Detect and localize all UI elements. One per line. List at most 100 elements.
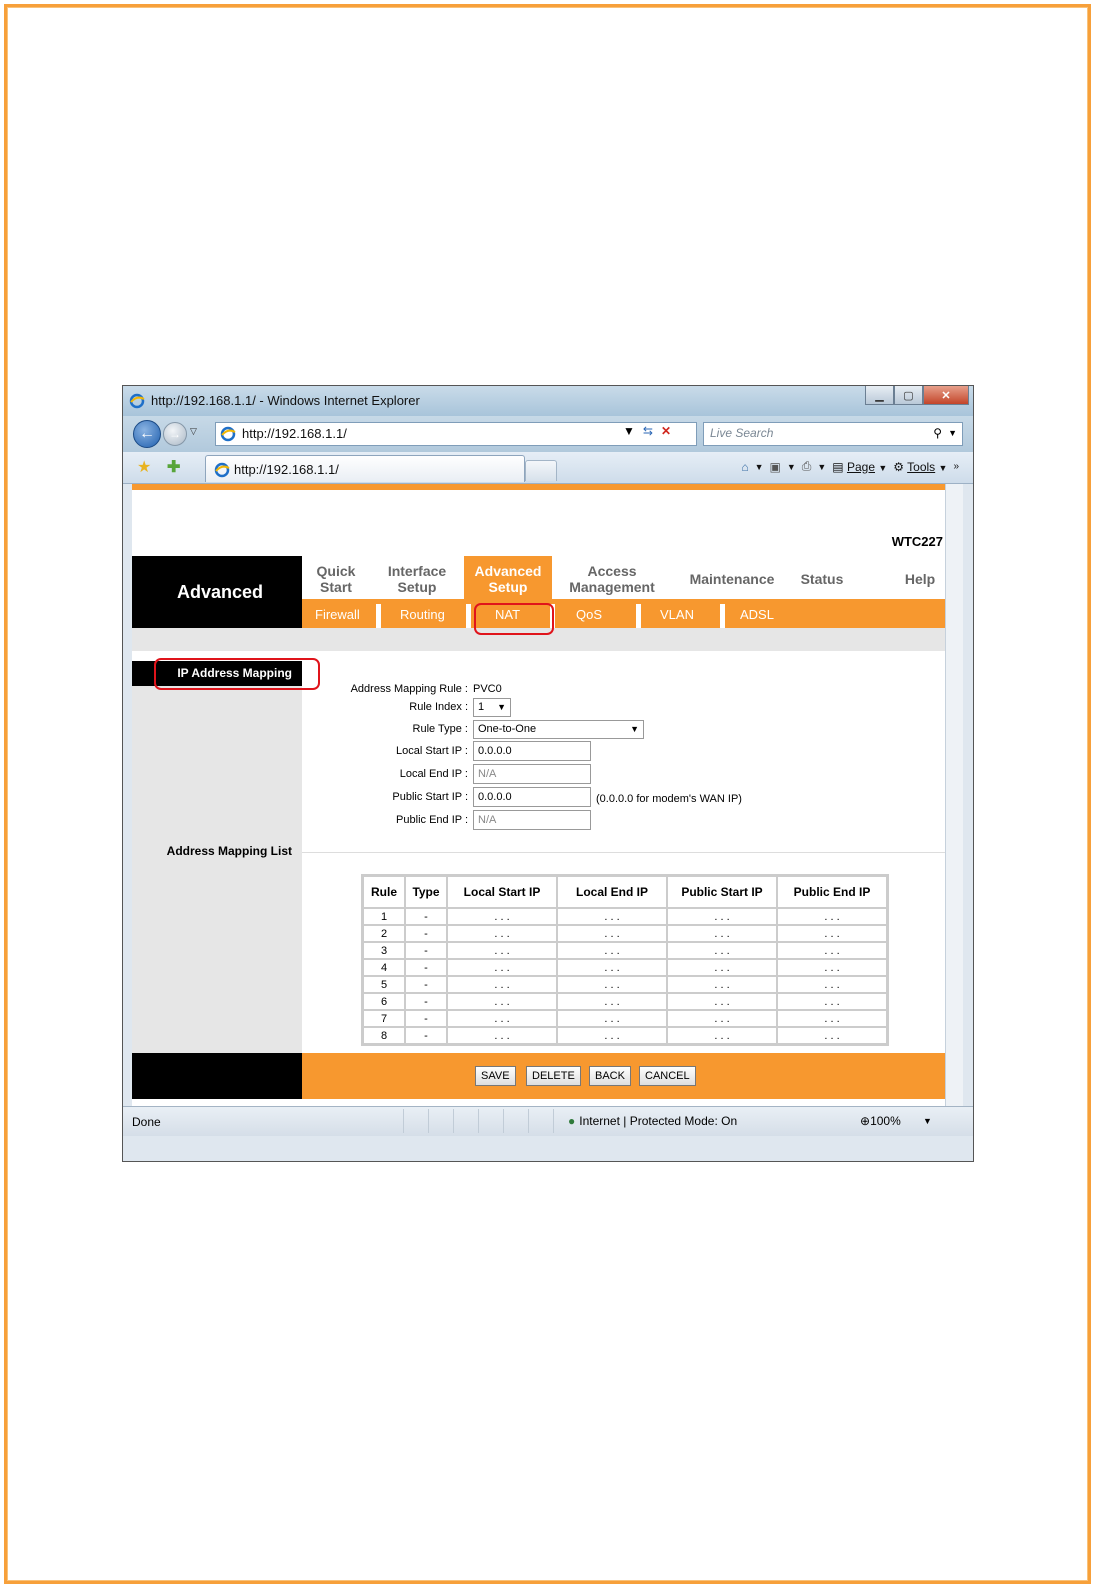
table-cell: . . . (557, 959, 667, 976)
local-start-ip-label: Local Start IP : (396, 745, 468, 757)
back-button[interactable]: BACK (589, 1066, 631, 1086)
annotation-ip-mapping-circle (154, 658, 320, 690)
sub-menu: Firewall Routing NAT QoS VLAN ADSL (302, 599, 945, 628)
delete-button[interactable]: DELETE (526, 1066, 581, 1086)
table-cell: . . . (667, 993, 777, 1010)
menu-label: Management (569, 579, 655, 595)
back-arrow-icon[interactable]: ← (133, 420, 161, 448)
table-cell: . . . (447, 908, 557, 925)
rule-index-value: 1 (478, 701, 485, 713)
rule-index-select[interactable]: 1 ▼ (473, 698, 511, 717)
submenu-separator (720, 604, 725, 628)
table-cell: . . . (667, 1010, 777, 1027)
public-start-ip-label: Public Start IP : (392, 791, 468, 803)
table-row: 5-. . .. . .. . .. . . (363, 976, 887, 993)
local-start-ip-input[interactable]: 0.0.0.0 (473, 741, 591, 761)
menu-label: Advanced (474, 563, 542, 579)
submenu-routing[interactable]: Routing (400, 607, 445, 622)
forward-arrow-icon[interactable]: → (163, 422, 187, 446)
table-row: 2-. . .. . .. . .. . . (363, 925, 887, 942)
submenu-vlan[interactable]: VLAN (660, 607, 694, 622)
menu-label: Maintenance (689, 571, 775, 587)
submenu-qos[interactable]: QoS (576, 607, 602, 622)
submenu-separator (466, 604, 471, 628)
menu-maintenance[interactable]: Maintenance (684, 571, 780, 587)
add-favorites-icon[interactable]: ✚ (167, 457, 180, 477)
public-start-ip-input[interactable]: 0.0.0.0 (473, 787, 591, 807)
table-cell: . . . (447, 942, 557, 959)
search-icon[interactable]: ⚲ (933, 426, 942, 440)
menu-quick-start[interactable]: Quick Start (310, 563, 362, 595)
save-button[interactable]: SAVE (475, 1066, 516, 1086)
router-page: WTC227 Advanced Quick Start Interface Se… (132, 484, 945, 1106)
menu-label: Interface (387, 563, 447, 579)
table-cell: - (405, 1027, 447, 1044)
public-end-ip-input[interactable]: N/A (473, 810, 591, 830)
print-dropdown-icon[interactable]: ▼ (817, 462, 826, 472)
feeds-icon[interactable]: ▣ (769, 460, 780, 474)
table-cell: . . . (667, 959, 777, 976)
favorites-star-icon[interactable]: ★ (137, 457, 151, 477)
search-dropdown-icon[interactable]: ▼ (948, 428, 957, 438)
new-tab-button[interactable] (525, 460, 557, 481)
refresh-icon[interactable]: ⇆ (643, 424, 653, 438)
print-icon[interactable]: ⎙ (802, 459, 812, 474)
menu-help[interactable]: Help (900, 571, 940, 587)
page-icon: ▤ (832, 459, 844, 474)
rule-type-label: Rule Type : (412, 723, 468, 735)
model-name: WTC227 (891, 534, 943, 549)
column-header: Public End IP (777, 876, 887, 908)
menu-interface-setup[interactable]: Interface Setup (382, 563, 452, 595)
table-cell: . . . (667, 1027, 777, 1044)
annotation-nat-circle (474, 603, 554, 635)
tools-menu[interactable]: ⚙ Tools ▼ (893, 460, 947, 474)
zoom-dropdown-icon[interactable]: ▼ (923, 1116, 932, 1126)
submenu-separator (636, 604, 641, 628)
table-cell: - (405, 908, 447, 925)
section-title: Advanced (177, 582, 264, 602)
menu-access-management[interactable]: Access Management (564, 563, 660, 595)
table-cell: . . . (777, 976, 887, 993)
home-dropdown-icon[interactable]: ▼ (755, 462, 764, 472)
address-mapping-table: Rule Type Local Start IP Local End IP Pu… (361, 874, 889, 1046)
column-header: Type (405, 876, 447, 908)
command-bar: ★ ✚ http://192.168.1.1/ ⌂ ▼ ▣ ▼ ⎙ ▼ ▤ Page … (123, 452, 973, 484)
zoom-level[interactable]: ⊕100% (860, 1114, 901, 1128)
stop-icon[interactable]: ✕ (661, 424, 671, 438)
rule-type-select[interactable]: One-to-One ▼ (473, 720, 644, 739)
maximize-icon[interactable]: ▢ (894, 386, 923, 405)
table-cell: 6 (363, 993, 405, 1010)
address-mapping-list-title: Address Mapping List (166, 844, 292, 858)
cancel-button[interactable]: CANCEL (639, 1066, 696, 1086)
submenu-adsl[interactable]: ADSL (740, 607, 774, 622)
submenu-firewall[interactable]: Firewall (315, 607, 360, 622)
menu-advanced-setup[interactable]: Advanced Setup (464, 556, 552, 599)
window-controls: ▁ ▢ ✕ (865, 386, 969, 405)
footer-bar: SAVE DELETE BACK CANCEL (302, 1053, 945, 1099)
table-cell: . . . (777, 1027, 887, 1044)
vertical-scrollbar[interactable] (945, 484, 963, 1106)
url-dropdown-icon[interactable]: ▼ (623, 424, 635, 438)
table-cell: . . . (447, 993, 557, 1010)
menu-status[interactable]: Status (797, 571, 847, 587)
security-zone[interactable]: ● Internet | Protected Mode: On (568, 1114, 737, 1128)
table-cell: . . . (557, 942, 667, 959)
close-icon[interactable]: ✕ (923, 386, 969, 405)
table-row: 1-. . .. . .. . .. . . (363, 908, 887, 925)
page-menu[interactable]: ▤ Page ▼ (832, 460, 887, 474)
table-cell: - (405, 1010, 447, 1027)
table-cell: . . . (447, 959, 557, 976)
feeds-dropdown-icon[interactable]: ▼ (787, 462, 796, 472)
minimize-icon[interactable]: ▁ (865, 386, 894, 405)
local-end-ip-input[interactable]: N/A (473, 764, 591, 784)
globe-icon: ● (568, 1114, 576, 1128)
browser-tab[interactable]: http://192.168.1.1/ (205, 455, 525, 482)
home-icon[interactable]: ⌂ (741, 460, 748, 474)
search-input[interactable]: Live Search ⚲ ▼ (703, 422, 963, 446)
menu-label: Status (800, 571, 844, 587)
chevron-more-icon[interactable]: » (953, 461, 959, 472)
history-dropdown-icon[interactable]: ▽ (190, 426, 197, 437)
column-header: Local End IP (557, 876, 667, 908)
column-header: Rule (363, 876, 405, 908)
local-end-ip-label: Local End IP : (399, 768, 468, 780)
